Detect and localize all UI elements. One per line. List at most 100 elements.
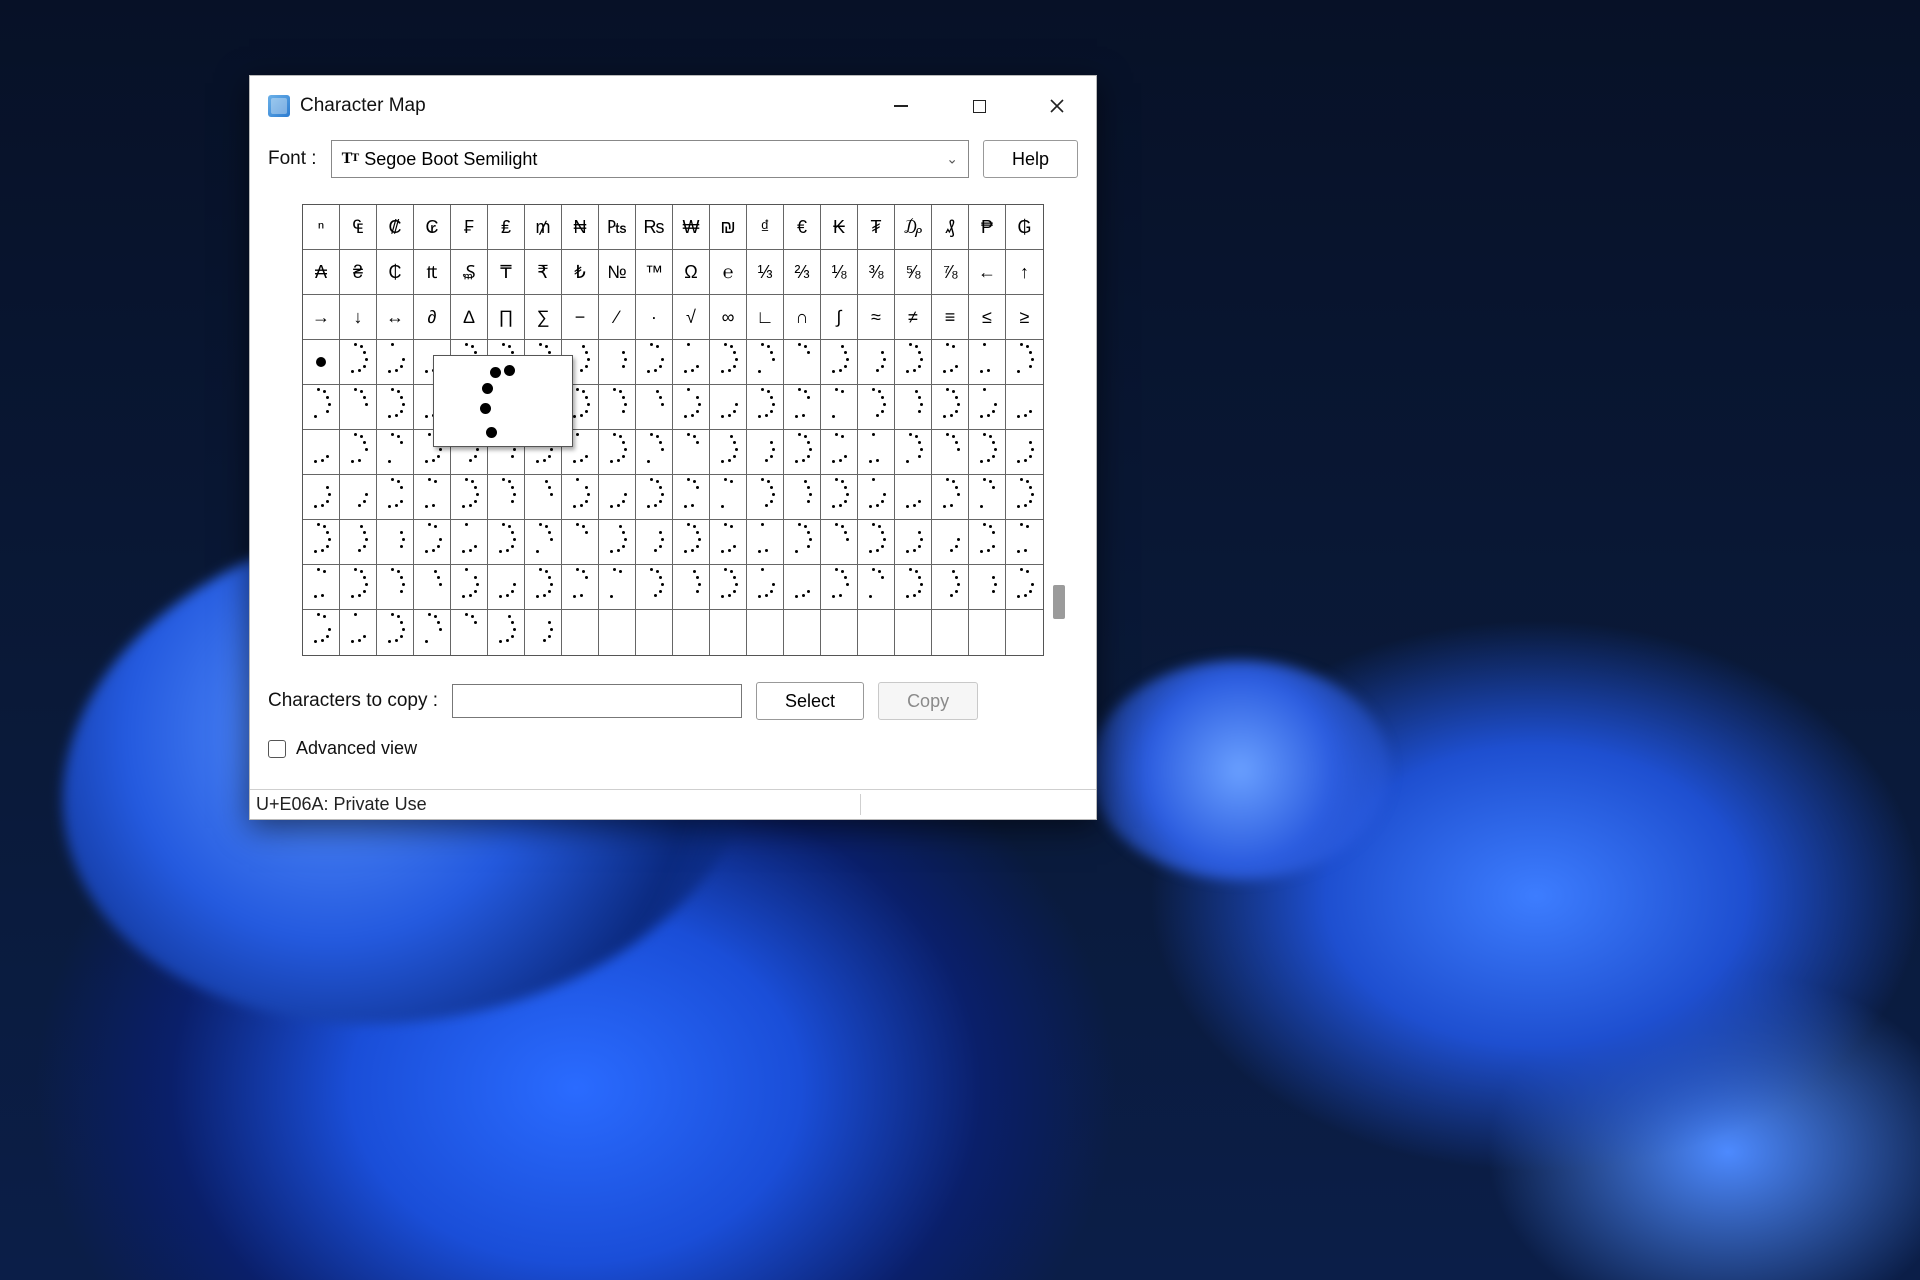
char-cell[interactable]	[414, 610, 451, 655]
char-cell[interactable]: ≡	[932, 295, 969, 340]
advanced-view-checkbox[interactable]	[268, 740, 286, 758]
char-cell[interactable]	[858, 520, 895, 565]
char-cell[interactable]	[969, 340, 1006, 385]
char-cell[interactable]: ∆	[451, 295, 488, 340]
char-cell[interactable]	[562, 610, 599, 655]
char-cell[interactable]	[599, 385, 636, 430]
char-cell[interactable]: ↔	[377, 295, 414, 340]
char-cell[interactable]	[562, 475, 599, 520]
char-cell[interactable]	[303, 430, 340, 475]
char-cell[interactable]	[858, 340, 895, 385]
char-cell[interactable]: ∙	[636, 295, 673, 340]
char-cell[interactable]	[932, 340, 969, 385]
char-cell[interactable]	[784, 520, 821, 565]
char-cell[interactable]: ₹	[525, 250, 562, 295]
char-cell[interactable]	[599, 340, 636, 385]
char-cell[interactable]	[673, 565, 710, 610]
char-cell[interactable]: ∕	[599, 295, 636, 340]
char-cell[interactable]: ∟	[747, 295, 784, 340]
char-cell[interactable]	[747, 475, 784, 520]
char-cell[interactable]	[377, 610, 414, 655]
char-cell[interactable]: ∩	[784, 295, 821, 340]
char-cell[interactable]	[932, 385, 969, 430]
char-cell[interactable]	[784, 340, 821, 385]
char-cell[interactable]	[710, 340, 747, 385]
help-button[interactable]: Help	[983, 140, 1078, 178]
character-grid[interactable]: ⁿ₠₡₢₣₤₥₦₧₨₩₪₫€₭₮₯₰₱₲₳₴₵₶₷₸₹₺№™Ω℮⅓⅔⅛⅜⅝⅞←↑…	[303, 205, 1043, 655]
char-cell[interactable]	[525, 475, 562, 520]
char-cell[interactable]	[673, 520, 710, 565]
char-cell[interactable]	[710, 610, 747, 655]
char-cell[interactable]: ←	[969, 250, 1006, 295]
char-cell[interactable]: ₰	[932, 205, 969, 250]
char-cell[interactable]	[377, 565, 414, 610]
char-cell[interactable]: ≠	[895, 295, 932, 340]
char-cell[interactable]	[821, 340, 858, 385]
char-cell[interactable]	[969, 430, 1006, 475]
char-cell[interactable]: ≥	[1006, 295, 1043, 340]
char-cell[interactable]: №	[599, 250, 636, 295]
char-cell[interactable]	[895, 430, 932, 475]
char-cell[interactable]	[414, 565, 451, 610]
char-cell[interactable]	[636, 385, 673, 430]
minimize-button[interactable]	[862, 76, 940, 136]
char-cell[interactable]	[636, 340, 673, 385]
char-cell[interactable]	[969, 520, 1006, 565]
char-cell[interactable]	[969, 385, 1006, 430]
char-cell[interactable]	[1006, 610, 1043, 655]
char-cell[interactable]: ⅞	[932, 250, 969, 295]
char-cell[interactable]	[340, 475, 377, 520]
char-cell[interactable]	[858, 385, 895, 430]
char-cell[interactable]	[599, 475, 636, 520]
char-cell[interactable]	[747, 520, 784, 565]
char-cell[interactable]	[414, 475, 451, 520]
char-cell[interactable]: ₷	[451, 250, 488, 295]
maximize-button[interactable]	[940, 76, 1018, 136]
char-cell[interactable]	[673, 385, 710, 430]
char-cell[interactable]: ₫	[747, 205, 784, 250]
char-cell[interactable]	[451, 475, 488, 520]
char-cell[interactable]	[710, 385, 747, 430]
char-cell[interactable]: ₠	[340, 205, 377, 250]
char-cell[interactable]	[969, 610, 1006, 655]
char-cell[interactable]	[488, 520, 525, 565]
char-cell[interactable]	[821, 475, 858, 520]
char-cell[interactable]	[525, 520, 562, 565]
char-cell[interactable]: ₦	[562, 205, 599, 250]
char-cell[interactable]: ⁿ	[303, 205, 340, 250]
char-cell[interactable]	[895, 475, 932, 520]
char-cell[interactable]	[340, 520, 377, 565]
char-cell[interactable]: ⅓	[747, 250, 784, 295]
char-cell[interactable]	[673, 610, 710, 655]
char-cell[interactable]	[525, 610, 562, 655]
char-cell[interactable]: ₨	[636, 205, 673, 250]
char-cell[interactable]: −	[562, 295, 599, 340]
char-cell[interactable]	[377, 430, 414, 475]
char-cell[interactable]: ₣	[451, 205, 488, 250]
char-cell[interactable]: ₳	[303, 250, 340, 295]
char-cell[interactable]	[414, 520, 451, 565]
font-dropdown[interactable]: TT Segoe Boot Semilight ⌄	[331, 140, 969, 178]
char-cell[interactable]	[932, 610, 969, 655]
char-cell[interactable]	[858, 565, 895, 610]
char-cell[interactable]	[636, 520, 673, 565]
char-cell[interactable]	[1006, 340, 1043, 385]
char-cell[interactable]	[340, 385, 377, 430]
char-cell[interactable]	[340, 565, 377, 610]
char-cell[interactable]	[673, 340, 710, 385]
char-cell[interactable]	[784, 430, 821, 475]
char-cell[interactable]	[821, 610, 858, 655]
char-cell[interactable]: €	[784, 205, 821, 250]
char-cell[interactable]	[969, 475, 1006, 520]
char-cell[interactable]	[673, 430, 710, 475]
char-cell[interactable]	[599, 520, 636, 565]
char-cell[interactable]	[340, 340, 377, 385]
char-cell[interactable]: ⅛	[821, 250, 858, 295]
char-cell[interactable]	[303, 340, 340, 385]
char-cell[interactable]: ₪	[710, 205, 747, 250]
char-cell[interactable]	[784, 565, 821, 610]
char-cell[interactable]: →	[303, 295, 340, 340]
char-cell[interactable]: ⅝	[895, 250, 932, 295]
char-cell[interactable]	[673, 475, 710, 520]
char-cell[interactable]: ₶	[414, 250, 451, 295]
